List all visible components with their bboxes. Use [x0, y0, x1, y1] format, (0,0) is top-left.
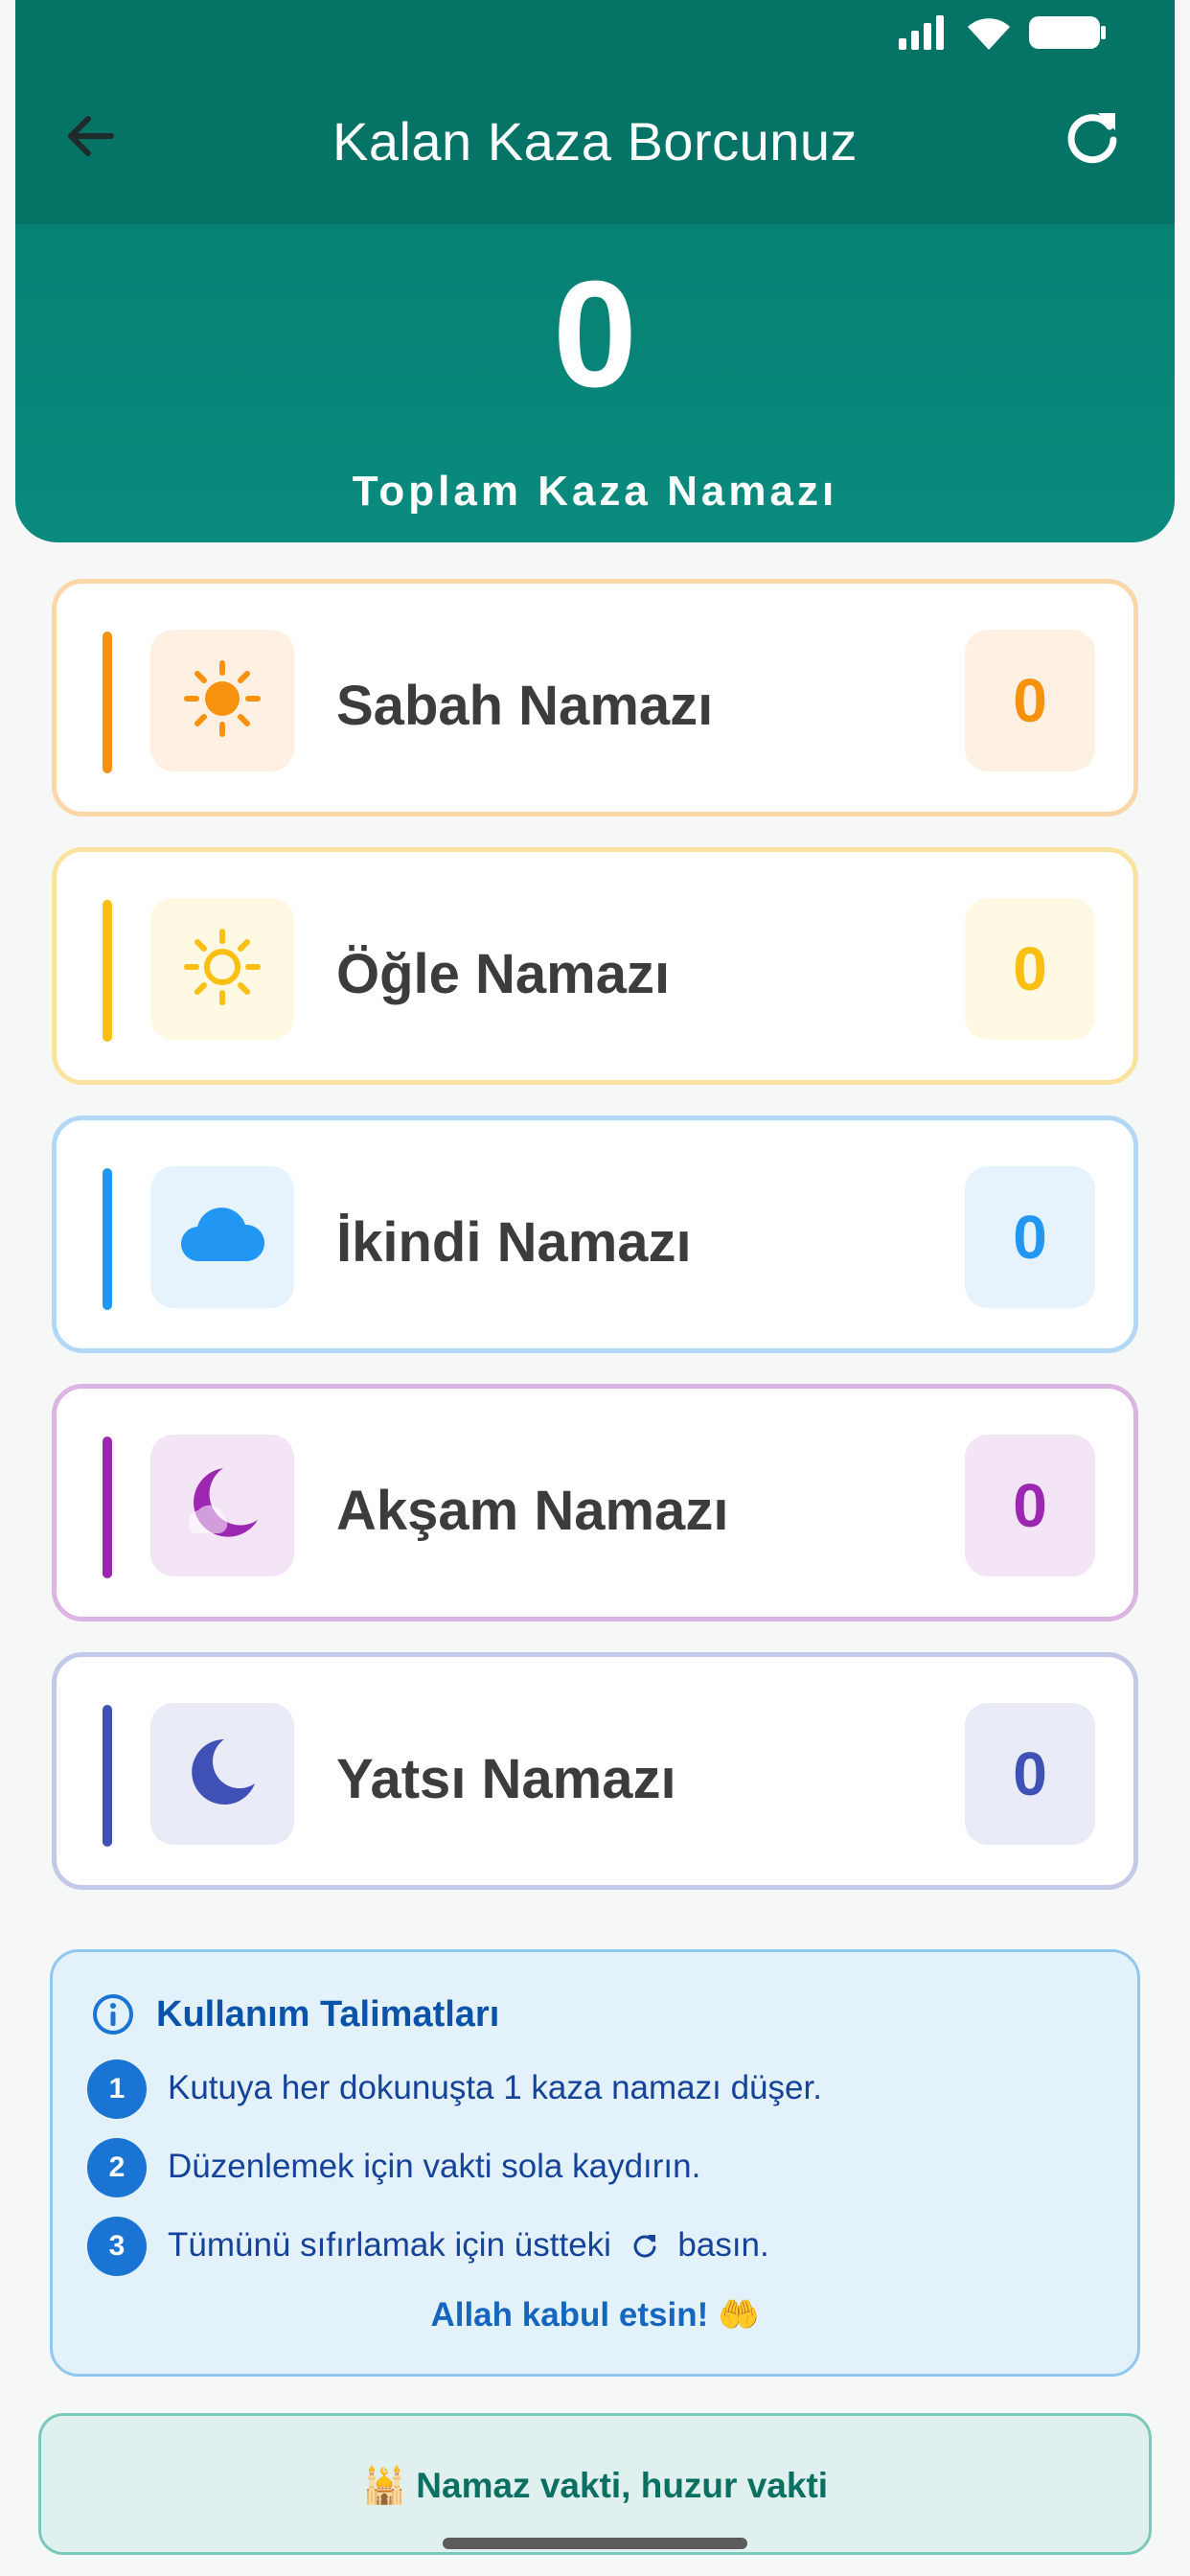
app-bar: Kalan Kaza Borcunuz: [15, 0, 1175, 224]
wifi-icon: [964, 13, 1014, 57]
status-bar: [791, 0, 1175, 77]
accent-bar: [103, 1437, 112, 1578]
prayer-name: Yatsı Namazı: [336, 1748, 676, 1810]
summary-header: Kalan Kaza Borcunuz 0 Toplam Kaza Namazı: [15, 0, 1175, 542]
signal-icon: [897, 13, 950, 57]
step-text: Düzenlemek için vakti sola kaydırın.: [168, 2148, 701, 2185]
step-number: 3: [87, 2217, 147, 2276]
step-text-before: Tümünü sıfırlamak için üstteki: [168, 2226, 611, 2264]
accent-bar: [103, 1168, 112, 1310]
home-indicator[interactable]: [443, 2538, 747, 2549]
accent-bar: [103, 632, 112, 773]
refresh-icon: [1062, 113, 1123, 171]
total-label: Toplam Kaza Namazı: [352, 468, 838, 515]
footer-text: 🕌 Namaz vakti, huzur vakti: [361, 2466, 829, 2505]
accent-bar: [103, 1705, 112, 1847]
prayer-icon-box: [150, 630, 294, 771]
info-icon: [91, 1992, 135, 2041]
prayer-count: 0: [965, 1166, 1095, 1308]
step-number: 2: [87, 2138, 147, 2197]
moon-cloud-icon: [181, 1462, 263, 1550]
prayer-count: 0: [965, 1435, 1095, 1576]
step-text-after: basın.: [677, 2226, 769, 2264]
prayer-card-sabah[interactable]: Sabah Namazı 0: [52, 579, 1138, 816]
prayer-icon-box: [150, 898, 294, 1040]
prayer-count: 0: [965, 898, 1095, 1040]
step-text: Kutuya her dokunuşta 1 kaza namazı düşer…: [168, 2069, 822, 2106]
accent-bar: [103, 900, 112, 1042]
step-number: 1: [87, 2059, 147, 2119]
step-text: Tümünü sıfırlamak için üstteki basın.: [168, 2226, 769, 2268]
prayer-count: 0: [965, 630, 1095, 771]
prayer-count: 0: [965, 1703, 1095, 1845]
cloud-icon: [176, 1202, 268, 1274]
refresh-button[interactable]: [1062, 105, 1138, 182]
refresh-icon: [630, 2230, 659, 2268]
prayer-icon-box: [150, 1435, 294, 1576]
prayer-card-ogle[interactable]: Öğle Namazı 0: [52, 847, 1138, 1085]
prayer-name: Akşam Namazı: [336, 1480, 729, 1542]
instructions-title: Kullanım Talimatları: [156, 1994, 500, 2035]
prayer-card-ikindi[interactable]: İkindi Namazı 0: [52, 1116, 1138, 1353]
prayer-name: Öğle Namazı: [336, 943, 671, 1005]
prayer-icon-box: [150, 1703, 294, 1845]
prayer-name: Sabah Namazı: [336, 675, 714, 737]
prayer-card-yatsi[interactable]: Yatsı Namazı 0: [52, 1652, 1138, 1890]
instructions-panel: Kullanım Talimatları 1 Kutuya her dokunu…: [50, 1949, 1140, 2377]
battery-icon: [1027, 13, 1108, 57]
prayer-icon-box: [150, 1166, 294, 1308]
crescent-moon-icon: [184, 1734, 261, 1815]
total-count: 0: [553, 250, 637, 419]
sun-outline-icon: [181, 926, 263, 1013]
sun-filled-icon: [181, 657, 263, 745]
footer-banner: 🕌 Namaz vakti, huzur vakti: [38, 2413, 1152, 2555]
page-title: Kalan Kaza Borcunuz: [332, 111, 858, 172]
prayer-name: İkindi Namazı: [336, 1211, 692, 1274]
blessing-text: Allah kabul etsin! 🤲: [430, 2296, 760, 2334]
prayer-card-aksam[interactable]: Akşam Namazı 0: [52, 1384, 1138, 1622]
